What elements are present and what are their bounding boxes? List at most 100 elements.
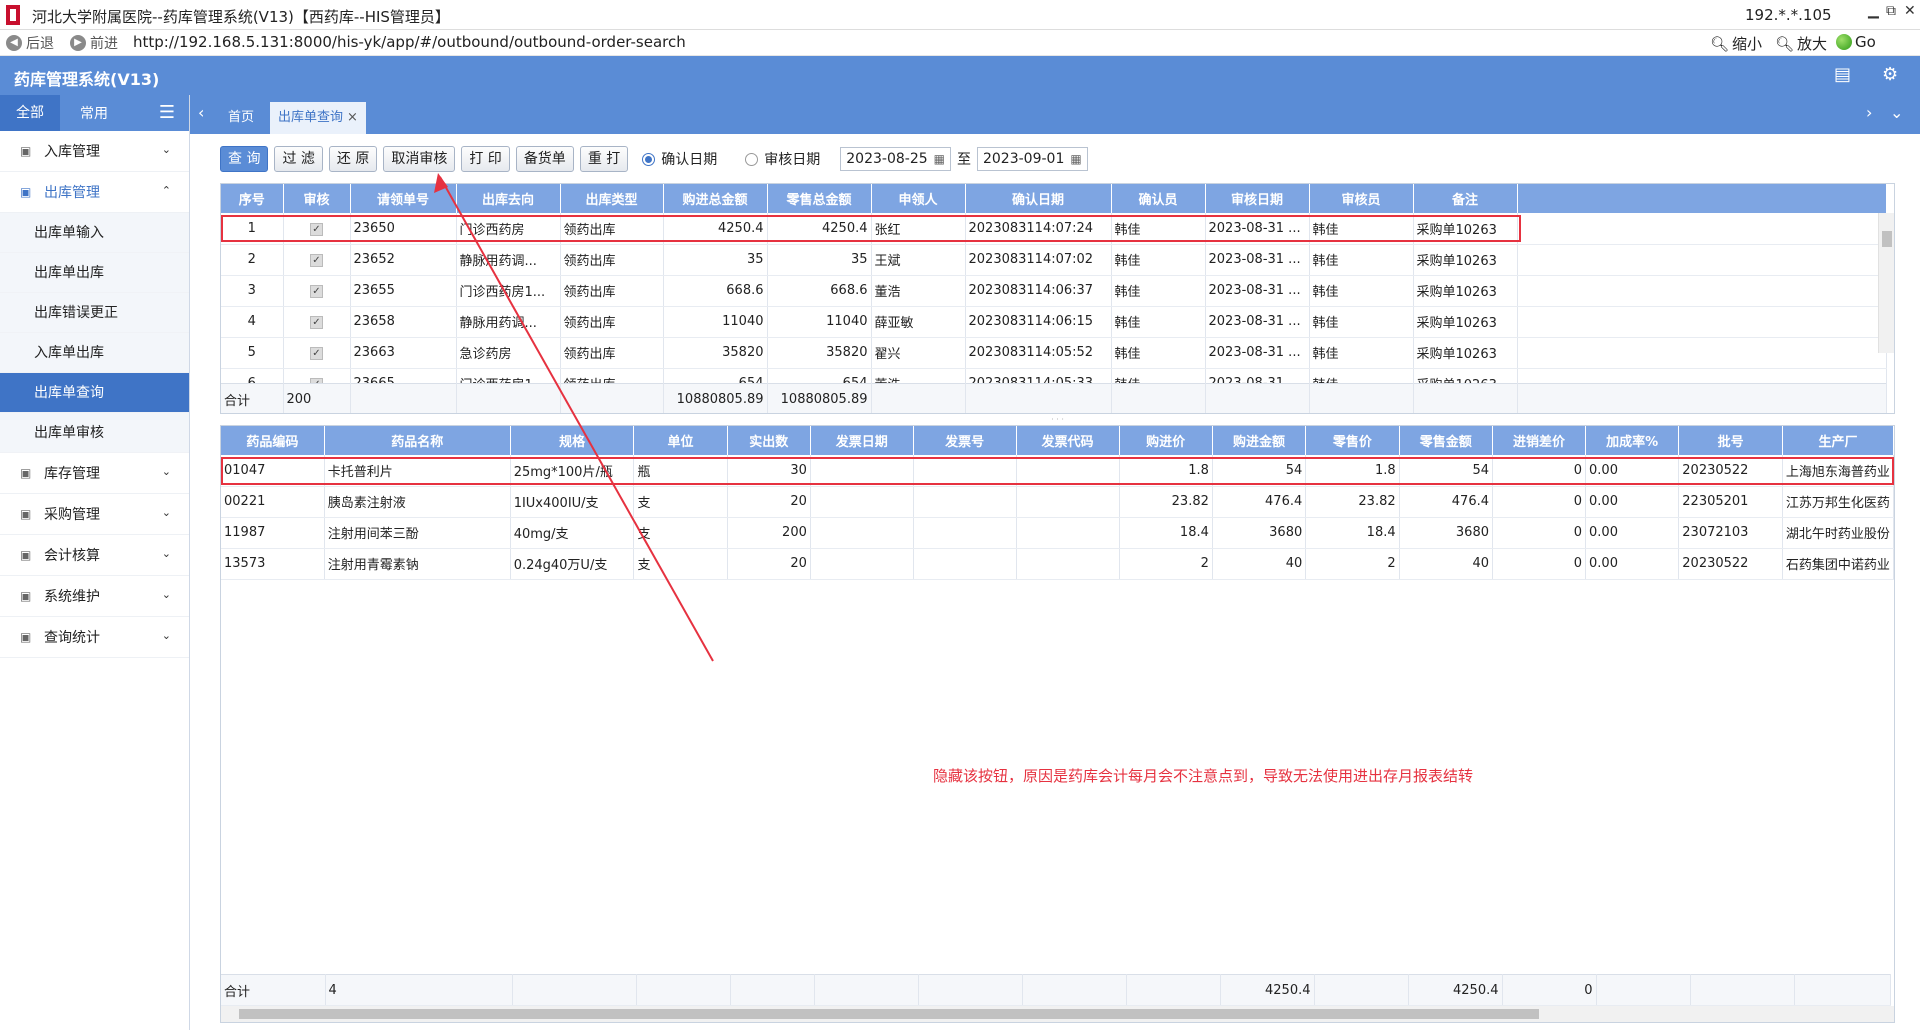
table-row[interactable]: 3 ✓ 23655 门诊西药房1... 领药出库 668.6 668.6 董浩 20230831…	[221, 275, 1887, 307]
checkbox-icon[interactable]: ✓	[310, 347, 323, 360]
column-header[interactable]: 零售价	[1305, 426, 1400, 455]
close-tab-icon[interactable]: ×	[347, 110, 358, 125]
column-header[interactable]: 零售总金额	[767, 184, 872, 213]
column-header[interactable]: 购进金额	[1212, 426, 1307, 455]
column-header[interactable]: 审核员	[1309, 184, 1414, 213]
filter-button[interactable]: 过 滤	[274, 146, 323, 172]
minimize-icon[interactable]: ▁	[1868, 3, 1879, 19]
column-header[interactable]: 进销差价	[1492, 426, 1587, 455]
tab-menu-chevron-icon[interactable]: ⌄	[1890, 103, 1903, 122]
sidebar-tab-favorites[interactable]: 常用	[80, 103, 108, 123]
column-header[interactable]: 备注	[1413, 184, 1518, 213]
column-header[interactable]: 审核	[283, 184, 351, 213]
restore-button[interactable]: 还 原	[328, 146, 378, 172]
stock-list-button[interactable]: 备货单	[515, 146, 574, 172]
scrollbar-thumb[interactable]	[239, 1009, 1539, 1019]
calendar-icon[interactable]: ▦	[934, 152, 945, 166]
sidebar-item-outbound-issue[interactable]: 出库单出库	[0, 253, 189, 293]
column-header[interactable]: 加成率%	[1585, 426, 1680, 455]
splitter-handle[interactable]: · · ·	[220, 416, 1895, 424]
radio-audit-date[interactable]: 审核日期	[745, 149, 820, 169]
url-field[interactable]: http://192.168.5.131:8000/his-yk/app/#/o…	[133, 33, 686, 51]
column-header[interactable]: 发票日期	[810, 426, 914, 455]
column-header[interactable]: 批号	[1678, 426, 1783, 455]
checkbox-icon[interactable]: ✓	[310, 254, 323, 267]
gear-icon[interactable]: ⚙	[1882, 64, 1898, 85]
document-icon[interactable]: ▤	[1834, 64, 1851, 85]
scrollbar-thumb[interactable]	[1882, 231, 1892, 247]
column-header[interactable]: 零售金额	[1399, 426, 1494, 455]
zoom-out-button[interactable]: 🔍︎ 缩小	[1710, 33, 1762, 54]
table-cell: 胰岛素注射液	[324, 486, 511, 518]
orders-vertical-scrollbar[interactable]	[1878, 213, 1894, 353]
back-button[interactable]: ◀ 后退	[6, 33, 54, 53]
calendar-icon[interactable]: ▦	[1070, 152, 1081, 166]
date-to-field[interactable]: 2023-09-01 ▦	[976, 147, 1088, 171]
column-header[interactable]: 药品编码	[221, 426, 325, 455]
sidebar-item-outbound-search[interactable]: 出库单查询	[0, 373, 189, 413]
column-header[interactable]: 序号	[221, 184, 284, 213]
column-header[interactable]: 请领单号	[350, 184, 457, 213]
restore-icon[interactable]: ⧉	[1886, 3, 1896, 19]
sidebar-item-outbound-correction[interactable]: 出库错误更正	[0, 293, 189, 333]
menu-toggle-icon[interactable]: ☰	[159, 102, 175, 123]
column-header[interactable]: 出库类型	[560, 184, 664, 213]
sidebar-item-outbound-audit[interactable]: 出库单审核	[0, 413, 189, 453]
column-header[interactable]: 药品名称	[324, 426, 511, 455]
column-header[interactable]: 规格	[510, 426, 635, 455]
menu-group-stats[interactable]: ▣ 查询统计 ⌄	[0, 617, 189, 658]
checkbox-icon[interactable]: ✓	[310, 316, 323, 329]
column-header[interactable]: 发票代码	[1016, 426, 1120, 455]
column-header[interactable]: 生产厂	[1782, 426, 1894, 455]
menu-group-system[interactable]: ▣ 系统维护 ⌄	[0, 576, 189, 617]
orders-footer: 合计 200 10880805.89 10880805.89	[221, 383, 1887, 413]
sidebar-item-outbound-input[interactable]: 出库单输入	[0, 213, 189, 253]
radio-confirm-date[interactable]: 确认日期	[642, 149, 717, 169]
column-header[interactable]: 出库去向	[456, 184, 561, 213]
column-header[interactable]: 实出数	[727, 426, 811, 455]
table-row[interactable]: 1 ✓ 23650 门诊西药房 领药出库 4250.4 4250.4 张红 2023083114…	[221, 213, 1887, 245]
sidebar-tab-all[interactable]: 全部	[0, 95, 60, 131]
tab-home[interactable]: 首页	[220, 102, 262, 134]
table-row[interactable]: 13573 注射用青霉素钠 0.24g40万U/支支 20 2 40 2 40 0 0.00 202…	[221, 548, 1894, 580]
stock-icon: ▣	[20, 466, 32, 480]
column-header[interactable]: 申领人	[871, 184, 966, 213]
table-row[interactable]: 4 ✓ 23658 静脉用药调... 领药出库 11040 11040 薛亚敏 20230831…	[221, 306, 1887, 338]
column-header[interactable]: 审核日期	[1205, 184, 1310, 213]
table-row[interactable]: 01047 卡托普利片 25mg*100片/瓶瓶 30 1.8 54 1.8 54 0 0.00 2…	[221, 455, 1894, 487]
table-row[interactable]: 5 ✓ 23663 急诊药房 领药出库 35820 35820 翟兴 2023083114:05…	[221, 337, 1887, 369]
print-button[interactable]: 打 印	[461, 146, 510, 172]
column-header[interactable]: 单位	[633, 426, 728, 455]
forward-button[interactable]: ▶ 前进	[70, 33, 118, 53]
checkbox-icon[interactable]: ✓	[310, 285, 323, 298]
menu-group-purchase[interactable]: ▣ 采购管理 ⌄	[0, 494, 189, 535]
table-row[interactable]: 00221 胰岛素注射液 1IUx400IU/支支 20 23.82 476.4 23.82…	[221, 486, 1894, 518]
column-header[interactable]: 购进价	[1119, 426, 1213, 455]
search-button[interactable]: 查 询	[220, 146, 269, 172]
window-titlebar: 河北大学附属医院--药库管理系统(V13)【西药库--HIS管理员】 192.*…	[0, 0, 1920, 30]
menu-group-outbound[interactable]: ▣ 出库管理 ⌃	[0, 172, 189, 213]
column-header[interactable]: 确认员	[1111, 184, 1206, 213]
sidebar-item-inbound-outbound[interactable]: 入库单出库	[0, 333, 189, 373]
details-horizontal-scrollbar[interactable]	[221, 1006, 1894, 1022]
cancel-audit-button[interactable]: 取消审核	[383, 146, 456, 172]
table-cell: 2	[1305, 548, 1400, 580]
column-header[interactable]: 购进总金额	[663, 184, 768, 213]
table-row[interactable]: 2 ✓ 23652 静脉用药调... 领药出库 35 35 王斌 2023083114:07:0…	[221, 244, 1887, 276]
tab-outbound-search[interactable]: 出库单查询 ×	[270, 102, 366, 134]
zoom-in-button[interactable]: 🔍︎ 放大	[1775, 33, 1827, 54]
column-header[interactable]: 确认日期	[965, 184, 1112, 213]
tab-scroll-right-icon[interactable]: ›	[1866, 103, 1872, 122]
close-icon[interactable]: ✕	[1904, 3, 1916, 19]
reprint-button[interactable]: 重 打	[579, 146, 629, 172]
details-header-row: 药品编码 药品名称 规格 单位 实出数 发票日期 发票号 发票代码 购进价 购进…	[221, 426, 1894, 455]
go-button[interactable]: Go	[1836, 33, 1876, 51]
table-row[interactable]: 11987 注射用间苯三酚 40mg/支支 200 18.4 3680 18.4 3680 0 0…	[221, 517, 1894, 549]
menu-group-stock[interactable]: ▣ 库存管理 ⌄	[0, 453, 189, 494]
menu-group-accounting[interactable]: ▣ 会计核算 ⌄	[0, 535, 189, 576]
date-from-field[interactable]: 2023-08-25 ▦	[840, 147, 951, 171]
menu-group-inbound[interactable]: ▣ 入库管理 ⌄	[0, 131, 189, 172]
tab-scroll-left-icon[interactable]: ‹	[198, 103, 204, 122]
checkbox-icon[interactable]: ✓	[310, 222, 323, 236]
column-header[interactable]: 发票号	[913, 426, 1017, 455]
